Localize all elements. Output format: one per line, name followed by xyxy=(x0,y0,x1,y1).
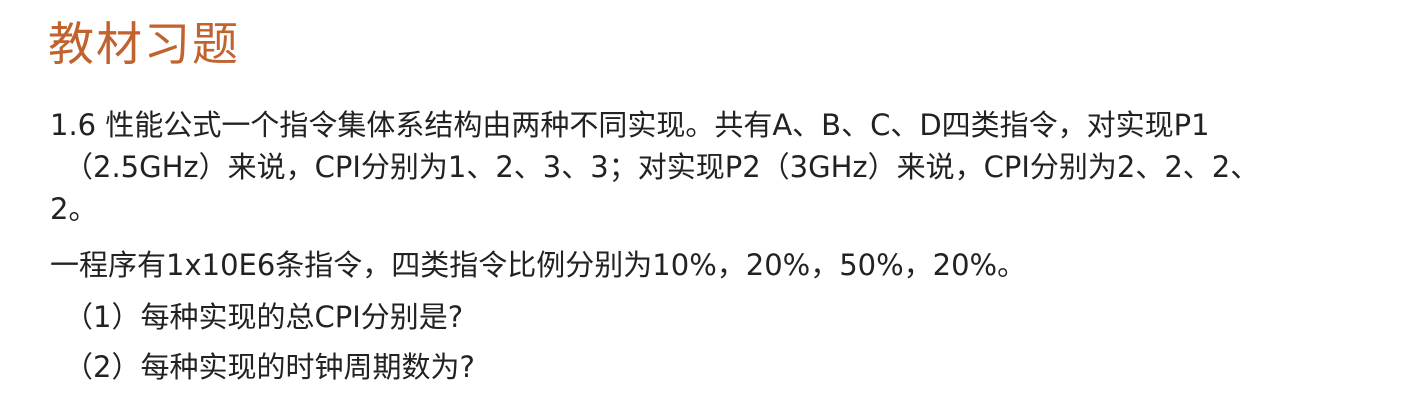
problem-line: （2.5GHz）来说，CPI分别为1、2、3、3；对实现P2（3GHz）来说，C… xyxy=(64,150,1260,184)
program-info: 一程序有1x10E6条指令，四类指令比例分别为10%，20%，50%，20%。 xyxy=(50,248,1027,282)
question-item: （2）每种实现的时钟周期数为? xyxy=(64,350,475,384)
question-item: （1）每种实现的总CPI分别是? xyxy=(64,300,464,334)
problem-statement: 1.6 性能公式一个指令集体系结构由两种不同实现。共有A、B、C、D四类指令，对… xyxy=(50,104,1410,230)
question-list: （1）每种实现的总CPI分别是? （2）每种实现的时钟周期数为? xyxy=(50,296,1410,388)
slide-content: 1.6 性能公式一个指令集体系结构由两种不同实现。共有A、B、C、D四类指令，对… xyxy=(50,104,1410,388)
problem-line: 2。 xyxy=(50,192,98,226)
problem-line: 1.6 性能公式一个指令集体系结构由两种不同实现。共有A、B、C、D四类指令，对… xyxy=(50,108,1210,142)
slide: 教材习题 1.6 性能公式一个指令集体系结构由两种不同实现。共有A、B、C、D四… xyxy=(0,0,1428,414)
slide-title: 教材习题 xyxy=(48,17,240,71)
